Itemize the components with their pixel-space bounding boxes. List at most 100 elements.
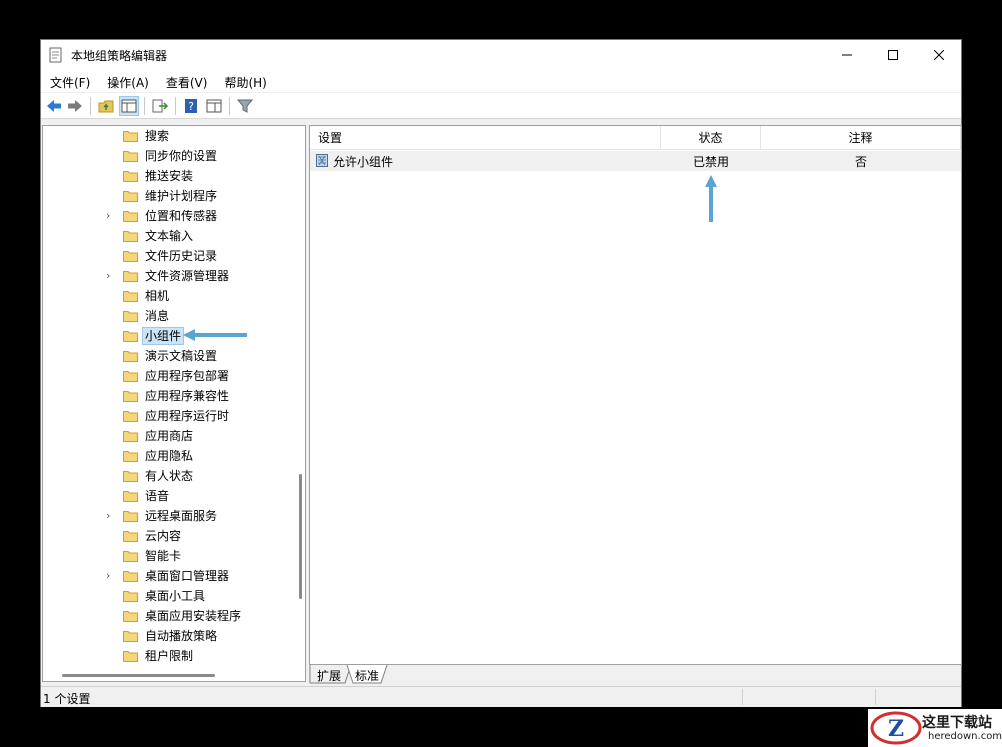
show-hide-tree-icon	[121, 99, 137, 113]
folder-icon	[123, 651, 138, 662]
tree-item[interactable]: 租户限制	[43, 646, 288, 666]
tree-item[interactable]: 桌面小工具	[43, 586, 288, 606]
tree-horizontal-scroll-thumb[interactable]	[62, 674, 215, 677]
tree-item-label: 租户限制	[145, 649, 194, 663]
back-button[interactable]	[45, 97, 63, 115]
folder-icon	[123, 371, 138, 382]
tree-item-label: 应用程序兼容性	[145, 389, 230, 403]
tree-item[interactable]: 维护计划程序	[43, 186, 288, 206]
tree-item[interactable]: 云内容	[43, 526, 288, 546]
tree-item[interactable]: 桌面应用安装程序	[43, 606, 288, 626]
chevron-right-icon[interactable]: ›	[106, 269, 110, 282]
column-header-comment[interactable]: 注释	[761, 126, 961, 150]
tree-item[interactable]: 应用程序运行时	[43, 406, 288, 426]
properties-pane-icon	[206, 99, 222, 113]
title-bar[interactable]: 本地组策略编辑器	[41, 40, 961, 70]
tree-item-label: 应用商店	[145, 429, 194, 443]
tree-item[interactable]: › 桌面窗口管理器	[43, 566, 288, 586]
chevron-right-icon[interactable]: ›	[106, 509, 110, 522]
minimize-button[interactable]	[824, 40, 870, 70]
tree-item[interactable]: 文本输入	[43, 226, 288, 246]
settings-list[interactable]: 设置 状态 注释 允许小组件 已禁用 否	[309, 125, 962, 665]
tree-item-label: 维护计划程序	[145, 189, 218, 203]
status-bar: 1 个设置	[41, 686, 961, 707]
tree-item[interactable]: 自动播放策略	[43, 626, 288, 646]
watermark-badge-icon: Z	[870, 711, 922, 745]
tree-item[interactable]: 应用隐私	[43, 446, 288, 466]
toolbar-separator	[144, 97, 145, 115]
folder-icon	[123, 511, 138, 522]
toolbar-separator	[90, 97, 91, 115]
policy-setting-icon	[316, 154, 328, 167]
menu-file[interactable]: 文件(F)	[41, 70, 98, 92]
tree-item[interactable]: 小组件	[43, 326, 288, 346]
folder-icon	[123, 611, 138, 622]
menu-action[interactable]: 操作(A)	[98, 70, 157, 92]
column-header-state-label: 状态	[698, 131, 723, 145]
filter-button[interactable]	[236, 97, 254, 115]
tree-item-label: 位置和传感器	[145, 209, 218, 223]
tree-item[interactable]: 文件历史记录	[43, 246, 288, 266]
tree-item[interactable]: 搜索	[43, 126, 288, 146]
tab-extended[interactable]: 扩展	[317, 667, 341, 684]
chevron-right-icon[interactable]: ›	[106, 569, 110, 582]
annotation-arrow-up	[705, 175, 717, 222]
tree-item[interactable]: 语音	[43, 486, 288, 506]
window-title: 本地组策略编辑器	[71, 49, 168, 63]
menu-view[interactable]: 查看(V)	[157, 70, 216, 92]
export-list-button[interactable]	[151, 97, 169, 115]
tab-standard[interactable]: 标准	[355, 667, 379, 684]
toolbar-separator	[175, 97, 176, 115]
tree-item-label: 应用程序运行时	[145, 409, 230, 423]
maximize-button[interactable]	[870, 40, 916, 70]
up-one-level-button[interactable]	[97, 97, 115, 115]
tree-vertical-scrollbar[interactable]	[296, 126, 305, 671]
tree-item-label: 有人状态	[145, 469, 194, 483]
help-button[interactable]: ?	[182, 97, 200, 115]
folder-icon	[123, 131, 138, 142]
column-header-state[interactable]: 状态	[661, 126, 761, 150]
tree-item[interactable]: 相机	[43, 286, 288, 306]
tree-item[interactable]: › 位置和传感器	[43, 206, 288, 226]
tree-item[interactable]: 智能卡	[43, 546, 288, 566]
tree-item-label: 桌面应用安装程序	[145, 609, 242, 623]
policy-comment: 否	[854, 155, 867, 169]
back-arrow-icon	[47, 100, 61, 112]
tree-item[interactable]: 应用商店	[43, 426, 288, 446]
menu-help[interactable]: 帮助(H)	[215, 70, 274, 92]
forward-arrow-icon	[68, 100, 82, 112]
tree-item[interactable]: 消息	[43, 306, 288, 326]
tree-item-label: 推送安装	[145, 169, 194, 183]
column-header-comment-label: 注释	[848, 131, 873, 145]
tree-item[interactable]: 应用程序包部署	[43, 366, 288, 386]
tree-item[interactable]: 有人状态	[43, 466, 288, 486]
forward-button[interactable]	[66, 97, 84, 115]
folder-icon	[123, 291, 138, 302]
tree-item[interactable]: 同步你的设置	[43, 146, 288, 166]
column-header-setting[interactable]: 设置	[310, 126, 661, 150]
close-icon	[934, 50, 944, 60]
tree-item[interactable]: › 文件资源管理器	[43, 266, 288, 286]
table-row[interactable]: 允许小组件 已禁用 否	[310, 151, 961, 171]
properties-pane-button[interactable]	[205, 97, 223, 115]
chevron-right-icon[interactable]: ›	[106, 209, 110, 222]
folder-icon	[123, 331, 138, 342]
tree-item-label: 应用隐私	[145, 449, 194, 463]
tree-item-label: 相机	[145, 289, 170, 303]
tree-vertical-scroll-thumb[interactable]	[299, 474, 302, 599]
console-tree[interactable]: 租户限制 自动播放策略 桌面应用安装程序 桌面小工具 › 桌面窗口管理器 智能卡 云内容 › 远程…	[42, 125, 306, 682]
tree-item[interactable]: 演示文稿设置	[43, 346, 288, 366]
show-hide-tree-button[interactable]	[119, 96, 139, 116]
tree-item[interactable]: › 远程桌面服务	[43, 506, 288, 526]
close-button[interactable]	[916, 40, 962, 70]
folder-icon	[123, 471, 138, 482]
status-divider	[742, 689, 743, 705]
tree-item[interactable]: 推送安装	[43, 166, 288, 186]
tree-item-label: 云内容	[145, 529, 182, 543]
tree-item-label: 小组件	[141, 327, 185, 345]
folder-icon	[123, 311, 138, 322]
tree-item-label: 桌面窗口管理器	[145, 569, 230, 583]
folder-icon	[123, 571, 138, 582]
svg-text:?: ?	[188, 100, 194, 113]
tree-item[interactable]: 应用程序兼容性	[43, 386, 288, 406]
